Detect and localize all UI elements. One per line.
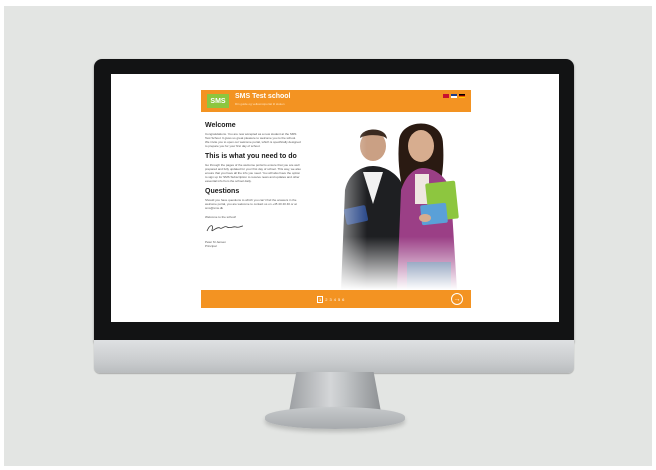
site-tagline: Din guide og velkomstportal til skolen [235,102,285,106]
monitor-stand-foot [265,407,405,429]
page-link-3[interactable]: 3 [329,297,331,302]
signer-role: Principal [205,244,217,248]
text-column: Welcome Congratulations. You are now acc… [205,122,301,248]
site-header: SMS SMS Test school Din guide og velkoms… [201,90,471,112]
english-flag-icon[interactable] [451,94,457,98]
next-page-button[interactable]: → [451,293,463,305]
page-link-1[interactable]: 1 [317,296,324,303]
school-logo[interactable]: SMS [207,94,229,108]
welcome-heading: Welcome [205,122,236,129]
questions-heading: Questions [205,188,240,195]
questions-text: Should you have questions to which you c… [205,198,297,210]
students-photo [311,112,471,290]
danish-flag-icon[interactable] [443,94,449,98]
signature-icon [206,225,244,232]
page-navigation: 1 2 3 4 5 6 [317,296,344,303]
page-link-6[interactable]: 6 [342,297,344,302]
page-link-2[interactable]: 2 [325,297,327,302]
site-title: SMS Test school [235,93,291,100]
todo-heading: This is what you need to do [205,153,297,160]
closing-text: Welcome to the school! [205,215,237,219]
page-link-4[interactable]: 4 [334,297,336,302]
language-selector [443,94,465,98]
monitor-chin [94,340,574,373]
todo-text: Go through the pages of the welcome port… [205,163,301,183]
welcome-text: Congratulations. You are now accepted as… [205,132,301,148]
arrow-right-circle-icon: → [453,295,461,303]
german-flag-icon[interactable] [459,94,465,98]
monitor-stand-neck [289,372,381,412]
page-link-5[interactable]: 5 [338,297,340,302]
content-area: Welcome Congratulations. You are now acc… [201,112,471,290]
monitor-screen: SMS SMS Test school Din guide og velkoms… [111,74,559,322]
site-footer: 1 2 3 4 5 6 → [201,290,471,308]
